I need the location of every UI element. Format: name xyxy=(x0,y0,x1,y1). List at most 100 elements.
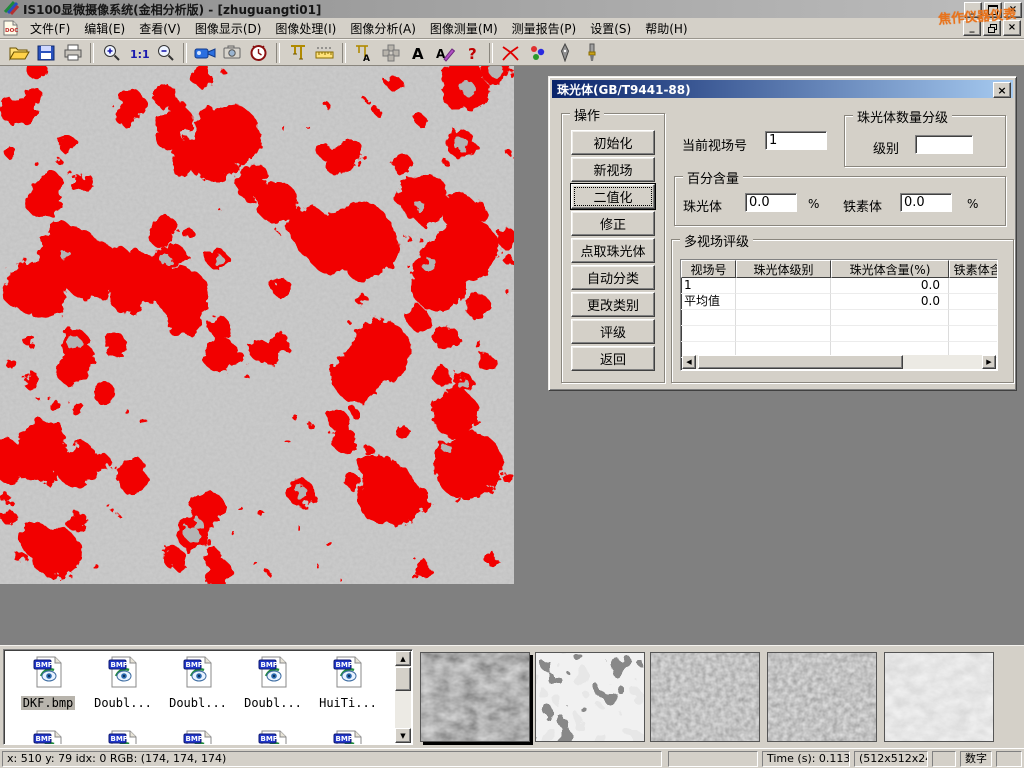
curve-cut-icon[interactable] xyxy=(497,41,524,64)
status-mode: 数字 xyxy=(960,751,992,767)
table-row[interactable]: 平均值0.0 xyxy=(681,294,997,310)
menu-item-5[interactable]: 图像分析(A) xyxy=(343,18,423,39)
print-icon[interactable] xyxy=(59,41,86,64)
vscroll-thumb[interactable] xyxy=(395,667,411,691)
text-icon[interactable]: A xyxy=(404,41,431,64)
table-row[interactable] xyxy=(681,326,997,342)
camera-icon[interactable] xyxy=(218,41,245,64)
pen-icon[interactable] xyxy=(551,41,578,64)
thumbnail-4[interactable] xyxy=(767,652,877,742)
status-dimensions: (512x512x24) xyxy=(854,751,928,767)
col-header-0[interactable]: 视场号 xyxy=(681,260,736,278)
thumbnail-3[interactable] xyxy=(650,652,760,742)
brush-icon[interactable] xyxy=(578,41,605,64)
scroll-left-icon[interactable]: ◀ xyxy=(682,355,696,369)
zoom-out-icon[interactable] xyxy=(152,41,179,64)
menu-item-0[interactable]: 文件(F) xyxy=(23,18,77,39)
actual-size-icon[interactable]: 1:1 xyxy=(125,41,152,64)
toolbar-separator xyxy=(489,43,493,63)
file-item-row2-2[interactable]: BMP xyxy=(162,730,234,745)
dialog-close-icon[interactable]: × xyxy=(993,82,1011,98)
scroll-down-icon[interactable]: ▼ xyxy=(395,728,411,743)
op-button-5[interactable]: 自动分类 xyxy=(571,265,655,290)
particles-icon[interactable] xyxy=(524,41,551,64)
svg-text:BMP: BMP xyxy=(261,661,278,669)
op-button-2[interactable]: 二值化 xyxy=(571,184,655,209)
op-button-1[interactable]: 新视场 xyxy=(571,157,655,182)
micrograph-image[interactable] xyxy=(0,66,514,584)
caliper-text-icon[interactable]: A xyxy=(350,41,377,64)
menu-item-4[interactable]: 图像处理(I) xyxy=(268,18,343,39)
document-icon[interactable]: DOC xyxy=(3,20,19,36)
help-icon[interactable]: ? xyxy=(458,41,485,64)
zoom-in-icon[interactable] xyxy=(98,41,125,64)
op-button-7[interactable]: 评级 xyxy=(571,319,655,344)
col-header-3[interactable]: 铁素体含量(%) xyxy=(949,260,998,278)
dialog-titlebar[interactable]: 珠光体(GB/T9441-88) × xyxy=(552,80,1013,98)
menu-item-1[interactable]: 编辑(E) xyxy=(77,18,132,39)
ruler-icon[interactable] xyxy=(311,41,338,64)
file-item-row2-1[interactable]: BMP xyxy=(87,730,159,745)
status-bar: x: 510 y: 79 idx: 0 RGB: (174, 174, 174)… xyxy=(0,748,1024,768)
scroll-up-icon[interactable]: ▲ xyxy=(395,651,411,666)
file-vscrollbar[interactable]: ▲ ▼ xyxy=(395,651,411,743)
timer-clock-icon[interactable] xyxy=(245,41,272,64)
menu-item-2[interactable]: 查看(V) xyxy=(132,18,188,39)
table-row[interactable]: 10.0 xyxy=(681,278,997,294)
table-cell: 1 xyxy=(681,278,736,294)
scroll-right-icon[interactable]: ▶ xyxy=(982,355,996,369)
svg-text:DOC: DOC xyxy=(5,28,18,34)
file-item-1[interactable]: BMPDoubl... xyxy=(87,656,159,711)
file-item-row2-3[interactable]: BMP xyxy=(237,730,309,745)
thumbnail-1[interactable] xyxy=(420,652,530,742)
file-item-row2-4[interactable]: BMP xyxy=(312,730,384,745)
toolbar-separator xyxy=(183,43,187,63)
video-camera-icon[interactable] xyxy=(191,41,218,64)
menu-item-3[interactable]: 图像显示(D) xyxy=(188,18,269,39)
operation-group: 操作 初始化新视场二值化修正点取珠光体自动分类更改类别评级返回 xyxy=(561,113,665,383)
col-header-1[interactable]: 珠光体级别 xyxy=(736,260,831,278)
table-row[interactable] xyxy=(681,310,997,326)
svg-text:BMP: BMP xyxy=(336,661,353,669)
thumbnail-2[interactable] xyxy=(535,652,645,742)
bmp-file-icon: BMP xyxy=(181,673,215,692)
caliper-icon[interactable] xyxy=(284,41,311,64)
file-item-0[interactable]: BMPDKF.bmp xyxy=(12,656,84,711)
current-field-input[interactable] xyxy=(765,131,827,150)
table-hscrollbar[interactable]: ◀ ▶ xyxy=(682,355,996,369)
op-button-0[interactable]: 初始化 xyxy=(571,130,655,155)
open-icon[interactable] xyxy=(5,41,32,64)
op-button-3[interactable]: 修正 xyxy=(571,211,655,236)
table-cell xyxy=(681,310,736,326)
svg-text:A: A xyxy=(412,45,424,62)
file-item-3[interactable]: BMPDoubl... xyxy=(237,656,309,711)
save-icon[interactable] xyxy=(32,41,59,64)
ferrite-percent-input[interactable] xyxy=(900,193,952,212)
multi-group-label: 多视场评级 xyxy=(680,231,753,250)
menu-item-7[interactable]: 测量报告(P) xyxy=(505,18,584,39)
menu-item-9[interactable]: 帮助(H) xyxy=(638,18,694,39)
dialog-title: 珠光体(GB/T9441-88) xyxy=(557,81,691,98)
hscroll-thumb[interactable] xyxy=(698,355,903,369)
col-header-2[interactable]: 珠光体含量(%) xyxy=(831,260,949,278)
thumbnail-5[interactable] xyxy=(884,652,994,742)
file-item-2[interactable]: BMPDoubl... xyxy=(162,656,234,711)
menu-item-6[interactable]: 图像测量(M) xyxy=(423,18,505,39)
table-cell xyxy=(831,326,949,342)
file-item-4[interactable]: BMPHuiTi... xyxy=(312,656,384,711)
text-edit-icon[interactable]: A xyxy=(431,41,458,64)
file-item-row2-0[interactable]: BMP xyxy=(12,730,84,745)
op-button-6[interactable]: 更改类别 xyxy=(571,292,655,317)
stitch-icon[interactable] xyxy=(377,41,404,64)
table-cell xyxy=(736,278,831,294)
bmp-file-icon: BMP xyxy=(31,673,65,692)
menu-item-8[interactable]: 设置(S) xyxy=(583,18,638,39)
pearlite-percent-input[interactable] xyxy=(745,193,797,212)
grading-group-label: 珠光体数量分级 xyxy=(853,107,952,126)
file-browser: ▲ ▼ BMPDKF.bmpBMPDoubl...BMPDoubl...BMPD… xyxy=(3,649,413,745)
op-button-8[interactable]: 返回 xyxy=(571,346,655,371)
level-input[interactable] xyxy=(915,135,973,154)
bmp-file-icon: BMP xyxy=(256,673,290,692)
op-button-4[interactable]: 点取珠光体 xyxy=(571,238,655,263)
table-cell xyxy=(949,326,998,342)
